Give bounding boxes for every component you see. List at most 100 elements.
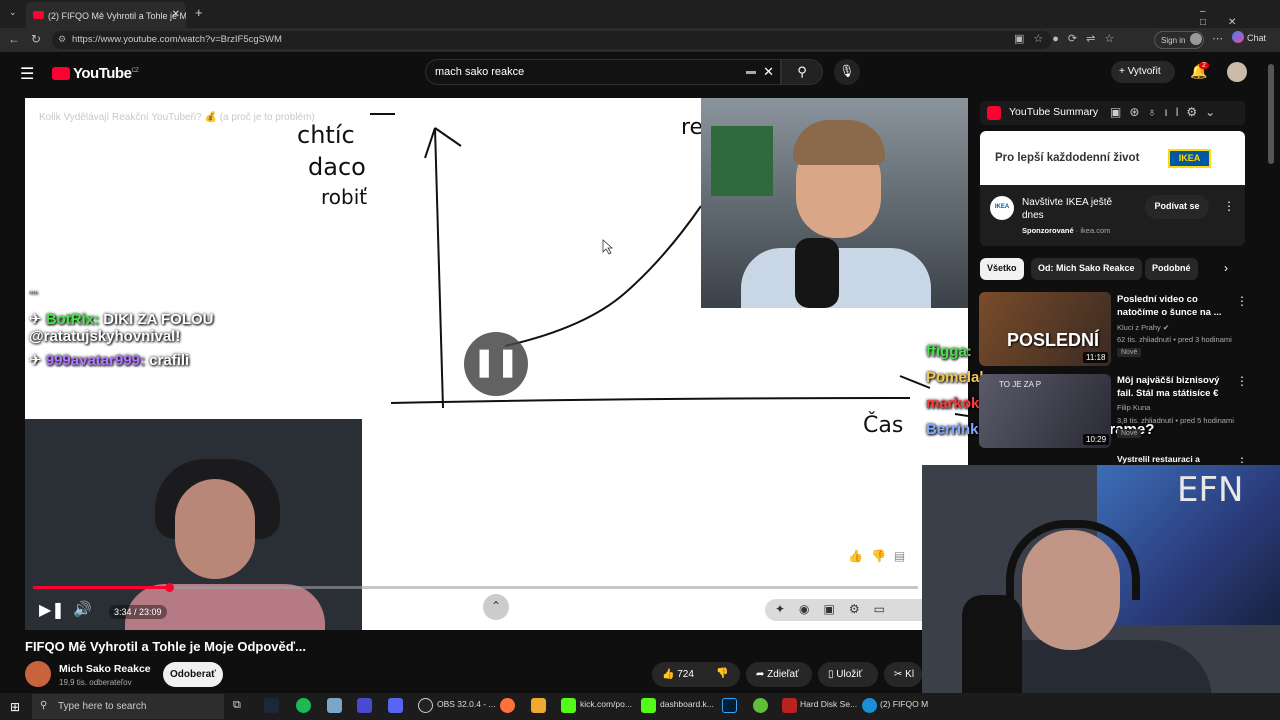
related-video-title[interactable]: Poslední video co natočíme o šunce na ..… <box>1117 293 1235 319</box>
search-button[interactable]: ⚲ <box>781 59 823 85</box>
app-icon[interactable] <box>327 698 342 713</box>
site-info-icon[interactable]: ⚙ <box>58 34 66 45</box>
browser-tab[interactable]: (2) FIFQO Mě Vyhrotil a Tohle je M ✕ <box>26 2 186 28</box>
webcam-streamer-bottom: EFN <box>922 465 1280 720</box>
edge-icon[interactable] <box>862 698 877 713</box>
y-axis-line <box>424 127 462 409</box>
voice-search-button[interactable]: 🎙 <box>834 59 860 85</box>
close-tab-icon[interactable]: ✕ <box>172 9 180 20</box>
new-badge: Nové <box>1117 429 1142 438</box>
related-video-channel[interactable]: Filip Kuna <box>1117 402 1150 413</box>
chip-from-channel[interactable]: Od: Mich Sako Reakce <box>1031 258 1142 280</box>
kick-icon[interactable] <box>641 698 656 713</box>
taskbar-item-dashboard[interactable]: dashboard.k... <box>660 699 714 709</box>
app-icon[interactable] <box>357 698 372 713</box>
region-code: CZ <box>131 68 139 74</box>
chip-related[interactable]: Podobné <box>1145 258 1198 280</box>
clear-search-icon[interactable]: ✕ <box>763 64 774 80</box>
chip-all[interactable]: Všetko <box>980 258 1024 280</box>
keyboard-icon[interactable]: ▬ <box>746 66 756 77</box>
ad-more-icon[interactable]: ⋮ <box>1223 199 1235 213</box>
youtube-summary-extension[interactable]: YouTube Summary ▣⊛♁ıl⚙⌄ <box>980 101 1245 125</box>
hamburger-menu-icon[interactable]: ☰ <box>20 64 34 84</box>
subscribe-button[interactable]: Odoberať <box>163 662 223 687</box>
app-icon[interactable] <box>531 698 546 713</box>
back-icon[interactable]: ← <box>8 32 20 46</box>
clip-button[interactable]: ✂ Kl <box>884 662 922 687</box>
app-icon[interactable] <box>753 698 768 713</box>
progress-scrubber[interactable] <box>165 583 174 592</box>
video-player[interactable]: chtíc daco robiť re Čas Kolik Vydělávají… <box>25 98 968 630</box>
obs-icon[interactable] <box>418 698 433 713</box>
reload-icon[interactable]: ↻ <box>31 32 41 46</box>
new-tab-icon[interactable]: + <box>195 5 203 20</box>
overlay-reaction-icons[interactable]: 👍👎▤ <box>848 549 913 563</box>
x-axis-line <box>390 397 911 404</box>
notification-badge: 2 <box>1199 62 1209 69</box>
task-view-icon[interactable]: ⧉ <box>233 699 241 712</box>
ad-title[interactable]: Navštivte IKEA ještě dnes <box>1022 196 1132 222</box>
poster-text: EFN <box>1177 470 1244 510</box>
taskbar-item-kick[interactable]: kick.com/po... <box>580 699 632 709</box>
account-avatar[interactable] <box>1227 62 1247 82</box>
firefox-icon[interactable] <box>500 698 515 713</box>
whiteboard-text-re: re <box>681 115 703 140</box>
stream-chat-overlay-left: ʻʻʻʻ ✈ BotRix: DIKI ZA FOLOU @ratatujskyh… <box>29 290 214 375</box>
thumbs-down-icon[interactable]: 👎 <box>716 668 728 679</box>
save-button[interactable]: ▯ Uložiť <box>818 662 878 687</box>
profile-icon[interactable] <box>1190 33 1202 45</box>
youtube-logo[interactable]: YouTubeCZ <box>52 65 139 82</box>
chat-message: ✈ BotRix: DIKI ZA FOLOU @ratatujskyhovniv… <box>29 311 214 345</box>
like-button[interactable]: 👍 724 👎 <box>652 662 740 687</box>
related-video-channel[interactable]: Kluci z Prahy ✔ <box>1117 322 1169 333</box>
tab-title: (2) FIFQO Mě Vyhrotil a Tohle je M <box>48 11 186 21</box>
create-button[interactable]: + Vytvořit <box>1111 61 1175 83</box>
window-controls[interactable]: –□✕ <box>1200 6 1280 28</box>
summary-tool-icons[interactable]: ▣⊛♁ıl⚙⌄ <box>1110 105 1223 119</box>
webcam-streamer-left <box>25 419 362 630</box>
search-input[interactable]: mach sako reakce ▬ ✕ <box>425 59 781 85</box>
channel-avatar[interactable] <box>25 661 51 687</box>
expand-up-icon[interactable]: ⌃ <box>483 594 509 620</box>
subscriber-count: 19,9 tis. odberateľov <box>59 678 132 687</box>
video-more-icon[interactable]: ⋮ <box>1236 294 1248 308</box>
time-display: 3:34 / 23:09 <box>109 605 167 619</box>
video-duration: 10:29 <box>1083 434 1110 445</box>
taskbar-item-harddisk[interactable]: Hard Disk Se... <box>800 699 857 709</box>
url-field[interactable]: https://www.youtube.com/watch?v=BrzIF5cg… <box>52 31 1052 49</box>
copilot-chat-button[interactable]: Chat <box>1232 31 1266 43</box>
thumbnail-text: POSLEDNÍ <box>1007 330 1100 350</box>
chat-message: ✈ 999avatar999: crafili <box>29 352 190 369</box>
pause-button[interactable]: ❚❚ <box>464 332 528 396</box>
ad-cta-button[interactable]: Podívat se <box>1145 195 1209 219</box>
hard-disk-icon[interactable] <box>782 698 797 713</box>
video-thumbnail[interactable]: TO JE ZA P 10:29 <box>979 374 1111 448</box>
more-menu-icon[interactable]: ⋯ <box>1212 32 1223 45</box>
video-thumbnail[interactable]: POSLEDNÍ 11:18 <box>979 292 1111 366</box>
video-more-icon[interactable]: ⋮ <box>1236 374 1248 388</box>
kick-icon[interactable] <box>561 698 576 713</box>
play-pause-control-icon[interactable]: ▶❚ <box>39 600 65 620</box>
related-video-title[interactable]: Môj najväčší biznisový fail. Stál ma stá… <box>1117 374 1235 400</box>
photoshop-icon[interactable] <box>722 698 737 713</box>
steam-icon[interactable] <box>264 698 279 713</box>
discord-icon[interactable] <box>388 698 403 713</box>
toolbar-extension-icons[interactable]: ▣☆●⟳⇌☆ <box>1014 32 1123 45</box>
share-button[interactable]: ➦ Zdieľať <box>746 662 812 687</box>
channel-name[interactable]: Mich Sako Reakce <box>59 663 151 675</box>
page-scrollbar[interactable] <box>1268 64 1274 164</box>
taskbar-search[interactable]: ⚲ Type here to search <box>32 694 224 719</box>
chat-text-cont: @ratatujskyhovnival! <box>29 328 181 345</box>
spotify-icon[interactable] <box>296 698 311 713</box>
windows-start-icon[interactable]: ⊞ <box>10 700 20 714</box>
microphone-icon: 🎙 <box>839 64 855 78</box>
tab-list-icon[interactable]: ⌄ <box>9 7 17 18</box>
search-icon: ⚲ <box>40 700 48 711</box>
taskbar-item-edge[interactable]: (2) FIFQO M <box>880 699 928 709</box>
volume-icon[interactable]: 🔊 <box>73 600 92 618</box>
pause-icon: ❚❚ <box>472 346 520 377</box>
taskbar-item-obs[interactable]: OBS 32.0.4 - ... <box>437 699 496 709</box>
bookmark-icon: ▯ <box>828 669 834 680</box>
chevron-right-icon[interactable]: › <box>1224 261 1228 275</box>
youtube-favicon-icon <box>33 11 44 19</box>
